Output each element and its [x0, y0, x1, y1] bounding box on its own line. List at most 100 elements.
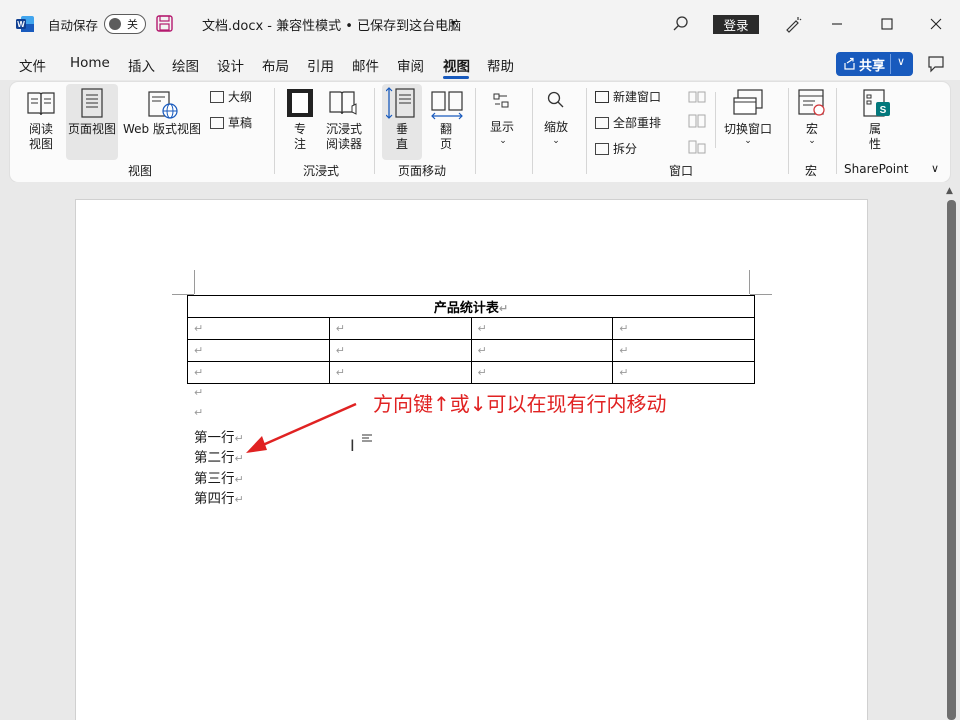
tab-draw[interactable]: 绘图: [172, 55, 199, 75]
toggle-knob: [109, 18, 121, 30]
arrange-all-icon: [595, 116, 609, 129]
group-separator: [532, 88, 533, 174]
chevron-down-icon[interactable]: ⌄: [498, 134, 508, 149]
comments-icon[interactable]: [926, 54, 946, 74]
save-icon[interactable]: [156, 15, 173, 32]
properties-button[interactable]: 属 性: [865, 122, 885, 152]
tab-design[interactable]: 设计: [217, 55, 244, 75]
share-button[interactable]: 共享 ∨: [836, 52, 913, 76]
table-cell[interactable]: ↵: [187, 361, 330, 384]
properties-label-1: 属: [868, 122, 881, 136]
view-side-by-side-icon[interactable]: [688, 90, 706, 104]
word-logo-icon: W: [16, 16, 34, 32]
table-cell[interactable]: ↵: [612, 361, 755, 384]
tab-file[interactable]: 文件: [19, 55, 46, 75]
focus-icon: [287, 89, 313, 117]
draft-label: 草稿: [228, 116, 253, 130]
vertical-scroll-icon: [386, 87, 415, 119]
table-cell[interactable]: ↵: [328, 317, 472, 340]
empty-paragraph[interactable]: ↵: [194, 386, 203, 399]
product-table[interactable]: 产品统计表↵ ↵ ↵ ↵ ↵ ↵ ↵ ↵ ↵ ↵ ↵ ↵ ↵: [187, 295, 755, 384]
show-button[interactable]: 显示: [486, 120, 518, 135]
empty-paragraph[interactable]: ↵: [194, 406, 203, 419]
tab-help[interactable]: 帮助: [487, 55, 514, 75]
text-cursor-icon: I: [350, 436, 355, 455]
chevron-down-icon[interactable]: ⌄: [807, 134, 817, 149]
split-button[interactable]: 拆分: [595, 140, 637, 157]
autosave-toggle[interactable]: 关: [104, 14, 146, 34]
text-line[interactable]: 第三行↵: [194, 467, 244, 487]
table-cell[interactable]: ↵: [612, 317, 755, 340]
annotation-arrow-icon: [246, 402, 357, 453]
reader-label-1: 沉浸式: [325, 122, 362, 136]
side-to-side-button[interactable]: 翻 页: [434, 122, 458, 152]
chevron-down-icon[interactable]: ∨: [897, 55, 905, 68]
table-cell[interactable]: ↵: [187, 339, 330, 362]
tab-mailings[interactable]: 邮件: [352, 55, 379, 75]
group-separator: [715, 92, 716, 148]
tab-references[interactable]: 引用: [307, 55, 334, 75]
new-window-button[interactable]: 新建窗口: [595, 88, 661, 105]
table-title-cell[interactable]: 产品统计表↵: [187, 295, 755, 318]
outline-icon: [210, 90, 224, 103]
focus-button[interactable]: 专 注: [288, 122, 312, 152]
text-line[interactable]: 第四行↵: [194, 487, 244, 507]
search-icon[interactable]: [672, 15, 690, 33]
table-cell[interactable]: ↵: [470, 317, 614, 340]
tab-layout[interactable]: 布局: [262, 55, 289, 75]
focus-label-1: 专: [293, 122, 306, 136]
maximize-icon[interactable]: [877, 14, 897, 34]
side-label-2: 页: [439, 137, 452, 151]
text-line[interactable]: 第二行↵: [194, 446, 244, 466]
read-mode-button[interactable]: 阅读 视图: [24, 122, 58, 152]
new-window-icon: [595, 90, 609, 103]
immersive-reader-button[interactable]: 沉浸式 阅读器: [322, 122, 366, 152]
reader-label-2: 阅读器: [325, 137, 362, 151]
table-row: ↵ ↵ ↵ ↵: [187, 339, 755, 362]
table-cell[interactable]: ↵: [328, 339, 472, 362]
close-icon[interactable]: [926, 14, 946, 34]
sharepoint-properties-icon: S: [863, 89, 890, 117]
tab-home[interactable]: Home: [70, 55, 110, 71]
print-layout-button[interactable]: 页面视图: [64, 122, 120, 137]
page-move-group-label: 页面移动: [398, 164, 447, 178]
table-cell[interactable]: ↵: [470, 361, 614, 384]
table-cell[interactable]: ↵: [612, 339, 755, 362]
chevron-down-icon[interactable]: ▾: [451, 18, 456, 29]
svg-text:S: S: [880, 105, 887, 116]
web-layout-button[interactable]: Web 版式视图: [120, 122, 204, 137]
tab-insert[interactable]: 插入: [128, 55, 155, 75]
zoom-button[interactable]: 缩放: [540, 120, 572, 135]
designer-pen-icon[interactable]: [783, 14, 803, 34]
group-separator: [274, 88, 275, 174]
annotation-text: 方向键↑或↓可以在现有行内移动: [373, 392, 667, 416]
vertical-button[interactable]: 垂 直: [390, 122, 414, 152]
outline-button[interactable]: 大纲: [210, 88, 252, 105]
tab-review[interactable]: 审阅: [397, 55, 424, 75]
properties-label-2: 性: [868, 137, 881, 151]
scroll-up-icon[interactable]: ▲: [946, 186, 953, 196]
new-window-label: 新建窗口: [613, 90, 662, 104]
zoom-icon: [547, 91, 564, 108]
table-cell[interactable]: ↵: [470, 339, 614, 362]
synchronous-scrolling-icon[interactable]: [688, 114, 706, 128]
minimize-icon[interactable]: [827, 14, 847, 34]
table-cell[interactable]: ↵: [328, 361, 472, 384]
scrollbar-thumb[interactable]: [947, 200, 956, 720]
reset-window-position-icon[interactable]: [688, 140, 706, 154]
arrange-all-button[interactable]: 全部重排: [595, 114, 661, 131]
draft-button[interactable]: 草稿: [210, 114, 252, 131]
immersive-group-label: 沉浸式: [303, 164, 340, 178]
document-title[interactable]: 文档.docx - 兼容性模式 • 已保存到这台电脑: [202, 0, 461, 48]
paragraph-mark: ↵: [234, 493, 244, 506]
ribbon-expand-chevron-icon[interactable]: ∨: [931, 162, 939, 175]
text-line[interactable]: 第一行↵: [194, 426, 244, 446]
outline-label: 大纲: [228, 90, 253, 104]
login-button[interactable]: 登录: [713, 15, 759, 34]
read-mode-label-1: 阅读: [28, 122, 53, 136]
chevron-down-icon[interactable]: ⌄: [551, 134, 561, 149]
macros-group-label: 宏: [805, 164, 818, 178]
chevron-down-icon[interactable]: ⌄: [743, 134, 753, 149]
tab-view[interactable]: 视图: [443, 55, 470, 75]
table-cell[interactable]: ↵: [187, 317, 330, 340]
